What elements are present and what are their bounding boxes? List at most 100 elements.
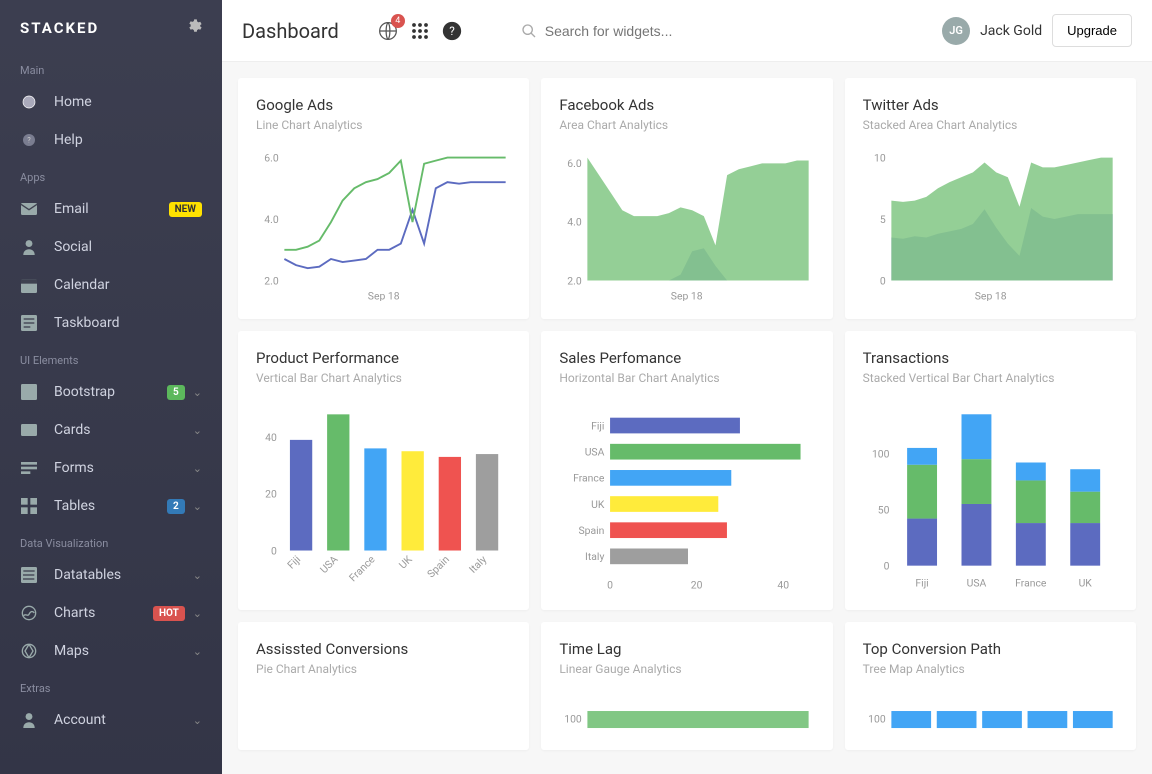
taskboard-icon	[20, 314, 38, 332]
svg-text:50: 50	[877, 504, 889, 517]
help-icon: ?	[20, 131, 38, 149]
sidebar-item-label: Email	[54, 201, 163, 217]
section-ui: UI Elements	[0, 342, 222, 373]
svg-text:100: 100	[565, 713, 583, 726]
search-wrap[interactable]	[521, 23, 924, 39]
sidebar-item-home[interactable]: Home	[0, 83, 222, 121]
card-title: Assissted Conversions	[256, 640, 511, 658]
sidebar-item-cards[interactable]: Cards ⌄	[0, 411, 222, 449]
chevron-down-icon: ⌄	[193, 462, 202, 475]
chevron-down-icon: ⌄	[193, 569, 202, 582]
sidebar-item-charts[interactable]: Charts HOT ⌄	[0, 594, 222, 632]
svg-text:0: 0	[883, 560, 889, 573]
forms-icon	[20, 459, 38, 477]
sidebar-item-maps[interactable]: Maps ⌄	[0, 632, 222, 670]
card-subtitle: Pie Chart Analytics	[256, 662, 511, 676]
svg-text:Spain: Spain	[579, 524, 605, 537]
notification-badge: 4	[391, 14, 405, 28]
badge-hot: HOT	[153, 606, 185, 621]
card-title: Google Ads	[256, 96, 511, 114]
card-subtitle: Linear Gauge Analytics	[559, 662, 814, 676]
svg-text:5: 5	[880, 213, 886, 226]
sidebar-item-label: Maps	[54, 643, 185, 659]
badge-count: 5	[167, 385, 185, 400]
svg-text:Fiji: Fiji	[285, 553, 304, 572]
sidebar-item-label: Social	[54, 239, 202, 255]
badge-count: 2	[167, 499, 185, 514]
svg-text:?: ?	[27, 136, 31, 145]
help-circle-icon[interactable]: ?	[441, 20, 463, 42]
svg-text:20: 20	[691, 579, 703, 592]
sidebar-item-account[interactable]: Account ⌄	[0, 701, 222, 739]
map-icon	[20, 642, 38, 660]
svg-text:Sep 18: Sep 18	[974, 289, 1006, 301]
svg-text:6.0: 6.0	[568, 157, 583, 170]
sidebar-item-social[interactable]: Social	[0, 228, 222, 266]
card-title: Facebook Ads	[559, 96, 814, 114]
svg-text:Italy: Italy	[466, 553, 489, 576]
chart-icon	[20, 604, 38, 622]
card-google-ads: Google Ads Line Chart Analytics 2.04.06.…	[238, 78, 529, 319]
search-input[interactable]	[545, 23, 805, 39]
sidebar-item-label: Calendar	[54, 277, 202, 293]
brand-logo[interactable]: STACKED	[20, 19, 99, 37]
sidebar-item-calendar[interactable]: Calendar	[0, 266, 222, 304]
page-title: Dashboard	[242, 19, 339, 43]
sidebar-item-bootstrap[interactable]: Bootstrap 5 ⌄	[0, 373, 222, 411]
chart-trans: 050100FijiUSAFranceUK	[863, 403, 1118, 596]
upgrade-button[interactable]: Upgrade	[1052, 14, 1132, 47]
sidebar-item-taskboard[interactable]: Taskboard	[0, 304, 222, 342]
sidebar-item-label: Account	[54, 712, 185, 728]
calendar-icon	[20, 276, 38, 294]
card-subtitle: Area Chart Analytics	[559, 118, 814, 132]
svg-text:USA: USA	[966, 577, 986, 590]
sidebar-item-help[interactable]: ? Help	[0, 121, 222, 159]
card-twitter-ads: Twitter Ads Stacked Area Chart Analytics…	[845, 78, 1136, 319]
content: Google Ads Line Chart Analytics 2.04.06.…	[222, 62, 1152, 774]
chevron-down-icon: ⌄	[193, 714, 202, 727]
sidebar-item-forms[interactable]: Forms ⌄	[0, 449, 222, 487]
card-top-conversion-path: Top Conversion Path Tree Map Analytics 1…	[845, 622, 1136, 750]
svg-text:2.0: 2.0	[568, 274, 583, 287]
section-apps: Apps	[0, 159, 222, 190]
chevron-down-icon: ⌄	[193, 386, 202, 399]
sidebar-item-label: Cards	[54, 422, 185, 438]
sidebar-item-label: Home	[54, 94, 202, 110]
svg-text:UK: UK	[396, 553, 415, 572]
svg-text:UK: UK	[1078, 577, 1092, 590]
main: Dashboard 4 ? JG Jack Gold Upgrade	[222, 0, 1152, 774]
chart-topconv: 100	[863, 694, 1118, 736]
sidebar-item-datatables[interactable]: Datatables ⌄	[0, 556, 222, 594]
sidebar-item-label: Forms	[54, 460, 185, 476]
topbar: Dashboard 4 ? JG Jack Gold Upgrade	[222, 0, 1152, 62]
gear-icon[interactable]	[186, 18, 202, 38]
svg-text:France: France	[573, 472, 605, 485]
svg-text:100: 100	[872, 448, 890, 461]
sidebar: STACKED Main Home ? Help Apps Email NEW …	[0, 0, 222, 774]
chevron-down-icon: ⌄	[193, 607, 202, 620]
avatar[interactable]: JG	[942, 17, 970, 45]
chart-twitter: 0510Sep 18	[863, 150, 1118, 305]
card-title: Twitter Ads	[863, 96, 1118, 114]
apps-grid-icon[interactable]	[409, 20, 431, 42]
card-assisted-conversions: Assissted Conversions Pie Chart Analytic…	[238, 622, 529, 750]
chart-sales: FijiUSAFranceUKSpainItaly02040	[559, 403, 814, 596]
user-icon	[20, 238, 38, 256]
badge-new: NEW	[169, 202, 202, 217]
user-name[interactable]: Jack Gold	[980, 23, 1042, 39]
card-transactions: Transactions Stacked Vertical Bar Chart …	[845, 331, 1136, 610]
globe-icon[interactable]: 4	[377, 20, 399, 42]
sidebar-item-email[interactable]: Email NEW	[0, 190, 222, 228]
sidebar-item-tables[interactable]: Tables 2 ⌄	[0, 487, 222, 525]
svg-text:10: 10	[874, 151, 886, 164]
card-facebook-ads: Facebook Ads Area Chart Analytics 2.04.0…	[541, 78, 832, 319]
section-main: Main	[0, 52, 222, 83]
card-title: Top Conversion Path	[863, 640, 1118, 658]
svg-text:40: 40	[778, 579, 790, 592]
chart-assisted	[256, 694, 511, 734]
card-subtitle: Stacked Vertical Bar Chart Analytics	[863, 371, 1118, 385]
svg-text:40: 40	[265, 431, 277, 444]
card-subtitle: Stacked Area Chart Analytics	[863, 118, 1118, 132]
svg-text:Sep 18: Sep 18	[671, 289, 703, 301]
home-icon	[20, 93, 38, 111]
